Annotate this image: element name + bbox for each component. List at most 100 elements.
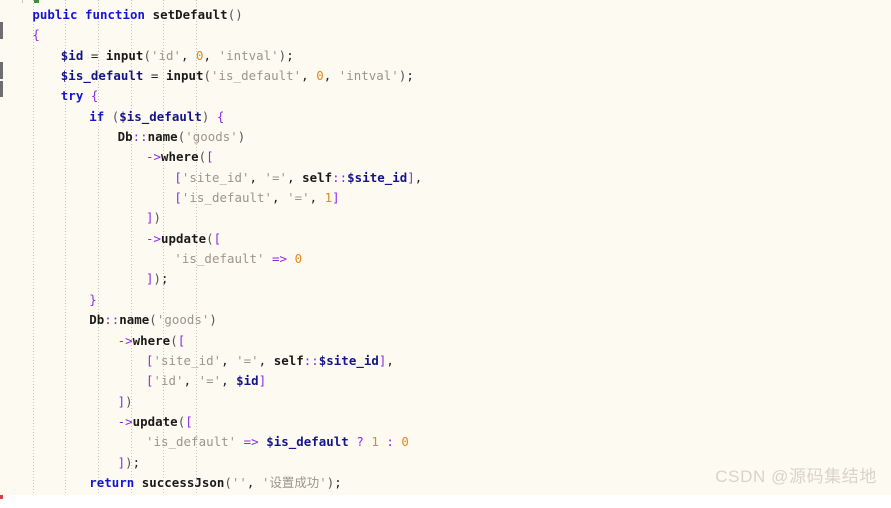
code-token: 0 xyxy=(316,68,324,84)
code-token: ; xyxy=(334,474,342,490)
code-token: ] xyxy=(407,169,415,185)
code-line[interactable]: ['is_default', '=', 1] xyxy=(0,188,891,208)
code-line-content: ]) xyxy=(0,392,133,412)
code-token: input xyxy=(165,68,204,84)
code-token: [ xyxy=(206,149,214,165)
code-token: if xyxy=(89,108,105,124)
code-token: :: xyxy=(303,352,319,368)
code-token: try xyxy=(60,88,84,104)
code-line[interactable]: 'is_default' => 0 xyxy=(0,249,891,269)
code-token: :: xyxy=(132,129,148,145)
code-line-content: ->update([ xyxy=(0,412,193,432)
code-line[interactable]: ['site_id', '=', self::$site_id], xyxy=(0,168,891,188)
code-line[interactable]: Db::name('goods') xyxy=(0,127,891,147)
code-line-content: if ($is_default) { xyxy=(0,107,224,127)
code-token: , xyxy=(301,68,309,84)
code-line[interactable]: 'is_default' => $is_default ? 1 : 0 xyxy=(0,432,891,452)
code-line[interactable]: if ($is_default) { xyxy=(0,107,891,127)
code-line[interactable]: ->update([ xyxy=(0,229,891,249)
code-line[interactable]: ->where([ xyxy=(0,147,891,167)
code-token: -> xyxy=(117,413,133,429)
code-token: ( xyxy=(224,474,232,490)
code-line[interactable]: try { xyxy=(0,86,891,106)
code-line[interactable]: } xyxy=(0,290,891,310)
code-token: => xyxy=(272,251,288,267)
code-token: 'site_id' xyxy=(181,169,250,185)
code-token: public xyxy=(32,7,78,22)
code-line[interactable]: $id = input('id', 0, 'intval'); xyxy=(0,46,891,66)
code-line-content: Db::name('goods') xyxy=(0,127,246,147)
code-token: return xyxy=(89,474,135,490)
code-token: ] xyxy=(332,190,340,206)
code-line[interactable]: ->where([ xyxy=(0,331,891,351)
code-surface[interactable]: public function setDefault(){$id = input… xyxy=(0,0,891,495)
code-lines[interactable]: public function setDefault(){$id = input… xyxy=(0,5,891,495)
code-token: $id xyxy=(60,47,84,63)
code-token: '=' xyxy=(264,169,288,185)
code-token: : xyxy=(386,434,394,450)
code-token: function xyxy=(84,7,146,22)
code-line[interactable]: Db::name('goods') xyxy=(0,310,891,330)
code-editor[interactable]: public function setDefault(){$id = input… xyxy=(0,0,891,508)
code-token: '' xyxy=(231,474,247,490)
code-line[interactable]: $is_default = input('is_default', 0, 'in… xyxy=(0,66,891,86)
code-token: ] xyxy=(258,373,267,389)
code-line[interactable]: ->update([ xyxy=(0,412,891,432)
code-token: 'site_id' xyxy=(153,352,222,368)
code-token: ( xyxy=(198,149,207,165)
code-line[interactable]: ['id', '=', $id] xyxy=(0,371,891,391)
code-token: $is_default xyxy=(119,108,202,124)
code-token: self xyxy=(302,169,333,185)
code-token: ] xyxy=(146,210,154,226)
code-token: { xyxy=(90,88,99,104)
code-token: Db xyxy=(89,312,105,328)
code-token: ] xyxy=(146,271,154,287)
code-line[interactable]: ]) xyxy=(0,208,891,228)
code-line[interactable]: ]) xyxy=(0,392,891,412)
code-token: 'is_default' xyxy=(146,434,237,450)
code-token: ( xyxy=(149,312,157,328)
code-token: Db xyxy=(117,129,133,145)
code-line[interactable]: { xyxy=(0,25,891,45)
code-token: , xyxy=(287,169,295,185)
code-line[interactable]: public function setDefault() xyxy=(0,5,891,25)
code-token: [ xyxy=(146,352,154,368)
code-token: , xyxy=(183,373,192,389)
code-token: [ xyxy=(174,190,182,206)
code-token: ; xyxy=(161,271,169,287)
code-token: ; xyxy=(406,68,414,84)
editor-bottom-strip xyxy=(0,495,891,508)
code-token: ; xyxy=(132,454,141,470)
code-token: [ xyxy=(174,169,182,185)
code-line[interactable]: ['site_id', '=', self::$site_id], xyxy=(0,351,891,371)
code-token: ) xyxy=(125,393,133,409)
code-token: ] xyxy=(117,454,126,470)
code-line-content: ]); xyxy=(0,453,140,473)
code-token: -> xyxy=(146,230,162,246)
code-token: name xyxy=(147,129,178,145)
code-token: ) xyxy=(153,210,162,226)
code-line[interactable]: ]); xyxy=(0,269,891,289)
code-token: => xyxy=(243,434,259,450)
code-token: 'id' xyxy=(150,47,181,63)
code-line-content: public function setDefault() xyxy=(0,5,243,25)
code-token: ? xyxy=(356,434,364,450)
code-line-content: ->update([ xyxy=(0,229,221,249)
code-token: , xyxy=(272,190,280,206)
code-line-content: try { xyxy=(0,86,99,106)
code-token: , xyxy=(414,169,423,185)
